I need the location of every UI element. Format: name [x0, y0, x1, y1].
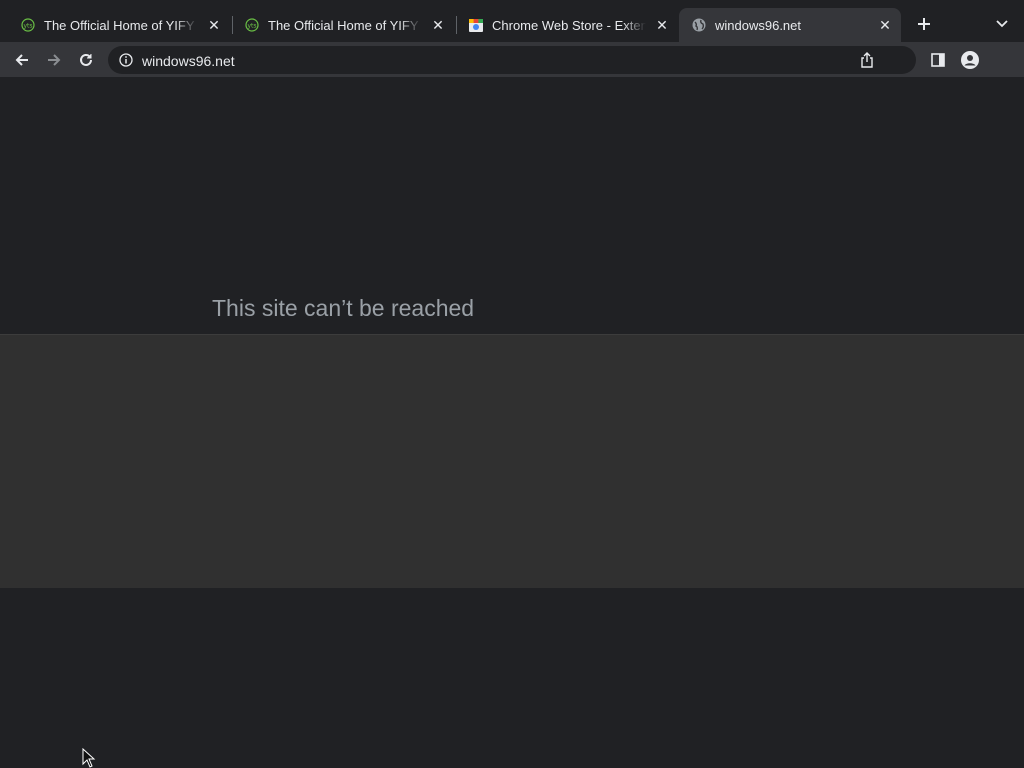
tab-yts-2[interactable]: yts The Official Home of YIFY Movies Tor… — [232, 8, 454, 42]
side-panel-button[interactable] — [924, 46, 952, 74]
arrow-left-icon — [15, 54, 28, 66]
address-bar[interactable]: windows96.net — [108, 46, 916, 74]
svg-text:yts: yts — [23, 23, 32, 30]
yts-icon: yts — [20, 17, 36, 33]
plus-icon — [918, 18, 930, 30]
tab-windows96[interactable]: windows96.net ✕ — [679, 8, 901, 42]
page-content: This site can’t be reached — [0, 78, 1024, 768]
url-text: windows96.net — [142, 53, 235, 69]
chrome-web-store-icon — [468, 17, 484, 33]
mouse-cursor-icon — [82, 748, 96, 768]
reload-icon — [80, 53, 92, 66]
close-icon[interactable]: ✕ — [654, 17, 670, 33]
yts-icon: yts — [244, 17, 260, 33]
tab-title: The Official Home of YIFY Movies Torrent… — [44, 17, 198, 33]
tab-search-button[interactable] — [990, 12, 1014, 36]
new-tab-button[interactable] — [912, 12, 936, 36]
close-icon[interactable]: ✕ — [877, 17, 893, 33]
share-icon[interactable] — [858, 51, 876, 69]
close-icon[interactable]: ✕ — [206, 17, 222, 33]
forward-button[interactable] — [40, 46, 68, 74]
tab-title: windows96.net — [715, 17, 801, 33]
tab-chrome-web-store[interactable]: Chrome Web Store - Extensions ✕ — [456, 8, 678, 42]
avatar-icon — [961, 51, 979, 69]
tab-strip: yts The Official Home of YIFY Movies Tor… — [0, 0, 1024, 42]
close-icon[interactable]: ✕ — [430, 17, 446, 33]
svg-text:yts: yts — [247, 23, 256, 30]
back-button[interactable] — [8, 46, 36, 74]
arrow-right-icon — [48, 54, 61, 66]
tab-yts-1[interactable]: yts The Official Home of YIFY Movies Tor… — [8, 8, 230, 42]
info-icon[interactable] — [118, 52, 134, 68]
error-band — [0, 334, 1024, 588]
profile-button[interactable] — [956, 46, 984, 74]
side-panel-icon — [931, 53, 945, 67]
error-title: This site can’t be reached — [212, 295, 475, 321]
tab-title: The Official Home of YIFY Movies Torrent… — [268, 17, 422, 33]
tab-title: Chrome Web Store - Extensions — [492, 17, 646, 33]
reload-button[interactable] — [72, 46, 100, 74]
toolbar: windows96.net — [0, 42, 1024, 78]
globe-icon — [691, 17, 707, 33]
chevron-down-icon — [996, 20, 1008, 28]
